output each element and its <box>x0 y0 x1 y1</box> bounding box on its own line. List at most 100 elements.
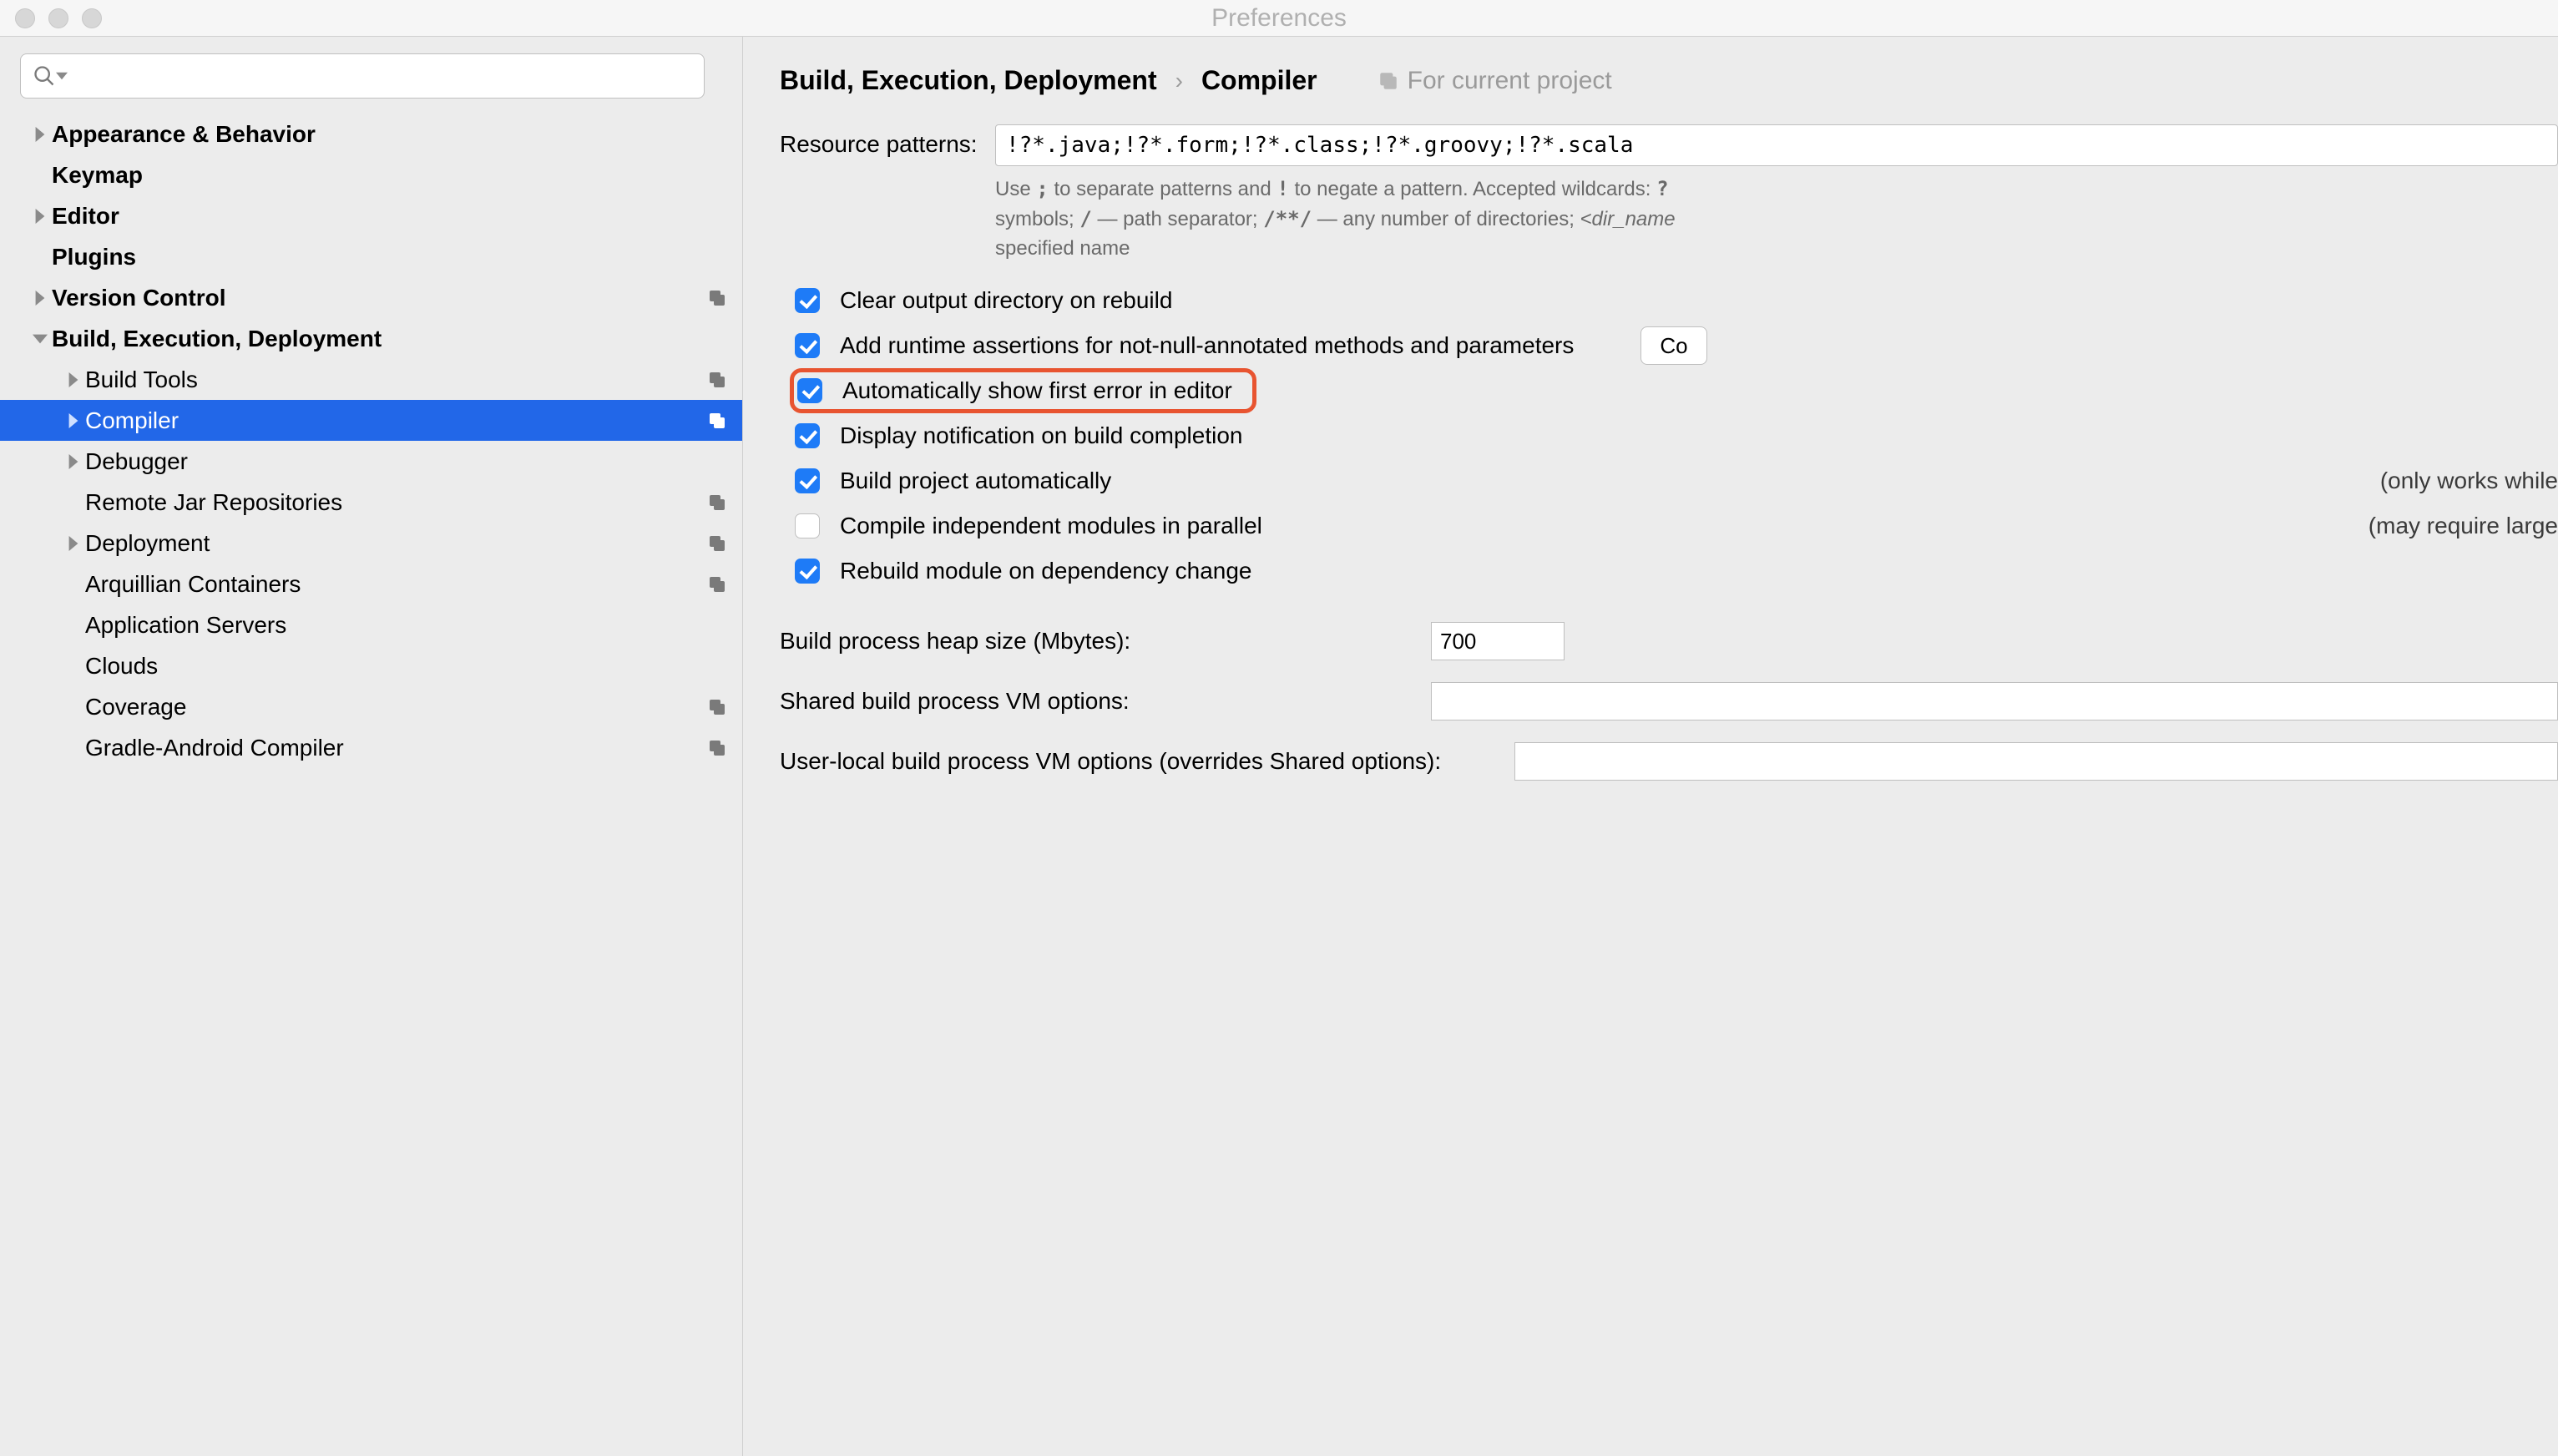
configure-button[interactable]: Co <box>1640 326 1706 365</box>
checkbox-row: Rebuild module on dependency change <box>795 549 2558 594</box>
checkbox-suffix-note: (only works while <box>2330 468 2558 494</box>
main: Appearance & Behavior Keymap Editor Plugins… <box>0 37 2558 1456</box>
heap-size-row: Build process heap size (Mbytes): <box>780 622 2558 660</box>
search-icon <box>33 64 56 88</box>
checkbox[interactable] <box>797 378 822 403</box>
expand-arrow-icon[interactable] <box>28 127 52 142</box>
sidebar-item-build-tools[interactable]: Build Tools <box>0 359 742 400</box>
checkbox-row: Automatically show first error in editor <box>790 368 1256 413</box>
shared-vm-label: Shared build process VM options: <box>780 688 1431 715</box>
checkbox-label[interactable]: Automatically show first error in editor <box>842 377 1232 404</box>
checkbox-row: Compile independent modules in parallel (… <box>795 503 2558 549</box>
breadcrumb: Build, Execution, Deployment › Compiler … <box>780 65 2558 96</box>
sidebar-item-editor[interactable]: Editor <box>0 195 742 236</box>
project-scope-icon <box>1378 70 1399 92</box>
expand-arrow-icon[interactable] <box>62 454 85 469</box>
checkbox-row: Add runtime assertions for not-null-anno… <box>795 323 2558 368</box>
expand-arrow-icon[interactable] <box>28 331 52 346</box>
search-field[interactable] <box>20 53 705 99</box>
expand-arrow-icon[interactable] <box>62 372 85 387</box>
breadcrumb-current: Compiler <box>1201 65 1317 96</box>
sidebar-item-remote-jar-repositories[interactable]: Remote Jar Repositories <box>0 482 742 523</box>
content-pane: Build, Execution, Deployment › Compiler … <box>743 37 2558 1456</box>
sidebar-item-label: Deployment <box>85 530 210 557</box>
project-scope-icon <box>707 738 727 758</box>
heap-size-input[interactable] <box>1431 622 1565 660</box>
user-vm-row: User-local build process VM options (ove… <box>780 742 2558 781</box>
sidebar-item-version-control[interactable]: Version Control <box>0 277 742 318</box>
checkbox-suffix-note: (may require large <box>2318 513 2558 539</box>
project-scope-icon <box>707 288 727 308</box>
zoom-window-button[interactable] <box>82 8 102 28</box>
resource-patterns-input[interactable] <box>995 124 2558 166</box>
sidebar-item-label: Clouds <box>85 653 158 680</box>
window-title: Preferences <box>1211 4 1347 33</box>
checkbox-label[interactable]: Add runtime assertions for not-null-anno… <box>840 332 1574 359</box>
project-scope-icon <box>707 533 727 554</box>
sidebar-item-debugger[interactable]: Debugger <box>0 441 742 482</box>
for-current-project-badge: For current project <box>1378 67 1612 95</box>
sidebar-item-application-servers[interactable]: Application Servers <box>0 604 742 645</box>
project-scope-icon <box>707 411 727 431</box>
checkbox-label[interactable]: Rebuild module on dependency change <box>840 558 1252 584</box>
sidebar-item-build-execution-deployment[interactable]: Build, Execution, Deployment <box>0 318 742 359</box>
expand-arrow-icon[interactable] <box>62 413 85 428</box>
chevron-down-icon[interactable] <box>56 70 68 82</box>
sidebar-item-coverage[interactable]: Coverage <box>0 686 742 727</box>
project-scope-icon <box>707 370 727 390</box>
sidebar-item-clouds[interactable]: Clouds <box>0 645 742 686</box>
titlebar: Preferences <box>0 0 2558 37</box>
checkbox-label[interactable]: Build project automatically <box>840 468 1111 494</box>
resource-patterns-label: Resource patterns: <box>780 124 995 158</box>
sidebar-item-label: Editor <box>52 203 119 230</box>
sidebar-item-label: Plugins <box>52 244 136 270</box>
checkbox-label[interactable]: Display notification on build completion <box>840 422 1243 449</box>
sidebar-item-compiler[interactable]: Compiler <box>0 400 742 441</box>
sidebar-item-label: Appearance & Behavior <box>52 121 316 148</box>
resource-patterns-row: Resource patterns: <box>780 124 2558 166</box>
sidebar-item-label: Application Servers <box>85 612 286 639</box>
checkbox-row: Clear output directory on rebuild <box>795 278 2558 323</box>
minimize-window-button[interactable] <box>48 8 68 28</box>
checkbox[interactable] <box>795 513 820 538</box>
close-window-button[interactable] <box>15 8 35 28</box>
sidebar-item-deployment[interactable]: Deployment <box>0 523 742 564</box>
sidebar: Appearance & Behavior Keymap Editor Plugins… <box>0 37 743 1456</box>
checkbox-group: Clear output directory on rebuild Add run… <box>795 278 2558 594</box>
checkbox-label[interactable]: Compile independent modules in parallel <box>840 513 1262 539</box>
sidebar-item-label: Build Tools <box>85 367 198 393</box>
checkbox[interactable] <box>795 333 820 358</box>
traffic-lights <box>0 8 102 28</box>
sidebar-item-plugins[interactable]: Plugins <box>0 236 742 277</box>
checkbox[interactable] <box>795 468 820 493</box>
sidebar-item-label: Version Control <box>52 285 225 311</box>
heap-size-label: Build process heap size (Mbytes): <box>780 628 1431 655</box>
sidebar-item-label: Compiler <box>85 407 179 434</box>
user-vm-input[interactable] <box>1514 742 2558 781</box>
sidebar-item-appearance-behavior[interactable]: Appearance & Behavior <box>0 114 742 154</box>
checkbox[interactable] <box>795 559 820 584</box>
checkbox[interactable] <box>795 288 820 313</box>
project-scope-icon <box>707 493 727 513</box>
expand-arrow-icon[interactable] <box>62 536 85 551</box>
expand-arrow-icon[interactable] <box>28 291 52 306</box>
checkbox[interactable] <box>795 423 820 448</box>
breadcrumb-parent[interactable]: Build, Execution, Deployment <box>780 65 1157 96</box>
sidebar-item-label: Keymap <box>52 162 143 189</box>
sidebar-item-label: Gradle-Android Compiler <box>85 735 344 761</box>
shared-vm-input[interactable] <box>1431 682 2558 720</box>
checkbox-label[interactable]: Clear output directory on rebuild <box>840 287 1172 314</box>
project-scope-icon <box>707 574 727 594</box>
project-scope-icon <box>707 697 727 717</box>
checkbox-row: Display notification on build completion <box>795 413 2558 458</box>
sidebar-item-label: Debugger <box>85 448 188 475</box>
sidebar-item-gradle-android-compiler[interactable]: Gradle-Android Compiler <box>0 727 742 768</box>
sidebar-item-arquillian-containers[interactable]: Arquillian Containers <box>0 564 742 604</box>
expand-arrow-icon[interactable] <box>28 209 52 224</box>
resource-patterns-hint: Use ; to separate patterns and ! to nega… <box>995 174 2558 263</box>
shared-vm-row: Shared build process VM options: <box>780 682 2558 720</box>
sidebar-item-keymap[interactable]: Keymap <box>0 154 742 195</box>
search-input[interactable] <box>74 63 692 89</box>
sidebar-item-label: Arquillian Containers <box>85 571 301 598</box>
chevron-right-icon: › <box>1175 68 1183 94</box>
